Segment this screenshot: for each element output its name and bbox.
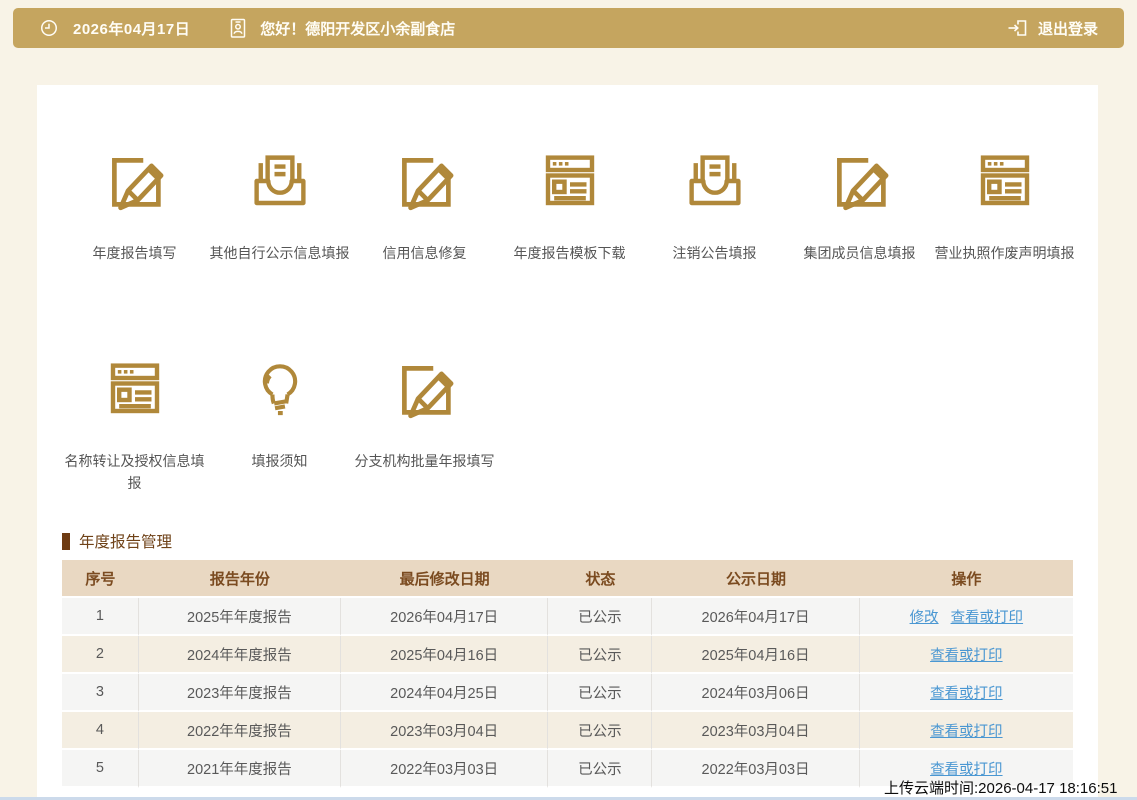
edit-icon bbox=[391, 356, 459, 422]
inbox-icon bbox=[681, 148, 749, 214]
cell-modified: 2023年03月04日 bbox=[341, 712, 548, 750]
menu-item-label: 其他自行公示信息填报 bbox=[207, 242, 352, 264]
cell-year: 2022年年度报告 bbox=[139, 712, 341, 750]
menu-item-label: 集团成员信息填报 bbox=[787, 242, 932, 264]
table-row: 4 2022年年度报告 2023年03月04日 已公示 2023年03月04日 … bbox=[62, 712, 1073, 750]
menu-item-license-void-declaration[interactable]: 营业执照作废声明填报 bbox=[932, 148, 1077, 264]
cell-published: 2025年04月16日 bbox=[652, 636, 859, 674]
menu-item-label: 名称转让及授权信息填报 bbox=[62, 450, 207, 494]
logout-button[interactable]: 退出登录 bbox=[1005, 16, 1098, 40]
cell-year: 2023年年度报告 bbox=[139, 674, 341, 712]
exit-icon bbox=[1005, 16, 1029, 40]
upload-timestamp-watermark: 上传云端时间:2026-04-17 18:16:51 bbox=[884, 777, 1117, 798]
cell-no: 3 bbox=[62, 674, 139, 712]
current-date: 2026年04月17日 bbox=[73, 18, 190, 39]
main-panel: 年度报告填写 其他自行公示信息填报 信用信息修复 年度报告模板下载 注销公告填报… bbox=[37, 85, 1098, 797]
view-print-link[interactable]: 查看或打印 bbox=[930, 648, 1003, 664]
menu-item-group-member-info[interactable]: 集团成员信息填报 bbox=[787, 148, 932, 264]
section-title: 年度报告管理 bbox=[79, 530, 172, 552]
menu-row-1: 年度报告填写 其他自行公示信息填报 信用信息修复 年度报告模板下载 注销公告填报… bbox=[37, 148, 1098, 264]
section-marker bbox=[62, 533, 70, 550]
edit-icon bbox=[101, 148, 169, 214]
id-badge-icon bbox=[226, 16, 250, 40]
cell-modified: 2024年04月25日 bbox=[341, 674, 548, 712]
cell-status: 已公示 bbox=[548, 598, 652, 636]
logout-label: 退出登录 bbox=[1038, 18, 1098, 39]
table-row: 1 2025年年度报告 2026年04月17日 已公示 2026年04月17日 … bbox=[62, 598, 1073, 636]
cell-no: 5 bbox=[62, 750, 139, 788]
cell-modified: 2022年03月03日 bbox=[341, 750, 548, 788]
table-header-row: 序号 报告年份 最后修改日期 状态 公示日期 操作 bbox=[62, 560, 1073, 598]
user-greeting: 您好！德阳开发区小余副食店 bbox=[260, 18, 455, 39]
cell-status: 已公示 bbox=[548, 712, 652, 750]
cell-actions: 查看或打印 bbox=[860, 712, 1073, 750]
webpage-icon bbox=[971, 148, 1039, 214]
header-actions: 操作 bbox=[860, 560, 1073, 598]
cell-published: 2023年03月04日 bbox=[652, 712, 859, 750]
cell-published: 2024年03月06日 bbox=[652, 674, 859, 712]
cell-year: 2025年年度报告 bbox=[139, 598, 341, 636]
cell-actions: 查看或打印 bbox=[860, 674, 1073, 712]
menu-item-label: 信用信息修复 bbox=[352, 242, 497, 264]
modify-link[interactable]: 修改 bbox=[910, 610, 939, 626]
annual-report-table-wrap: 序号 报告年份 最后修改日期 状态 公示日期 操作 1 2025年年度报告 20… bbox=[62, 560, 1073, 788]
clock-icon bbox=[37, 16, 61, 40]
header-year: 报告年份 bbox=[139, 560, 341, 598]
cell-actions: 查看或打印 bbox=[860, 636, 1073, 674]
view-print-link[interactable]: 查看或打印 bbox=[930, 724, 1003, 740]
cell-actions: 修改查看或打印 bbox=[860, 598, 1073, 636]
menu-item-label: 年度报告模板下载 bbox=[497, 242, 642, 264]
header-modified: 最后修改日期 bbox=[341, 560, 548, 598]
cell-modified: 2025年04月16日 bbox=[341, 636, 548, 674]
menu-item-annual-report-fill[interactable]: 年度报告填写 bbox=[62, 148, 207, 264]
annual-report-table: 序号 报告年份 最后修改日期 状态 公示日期 操作 1 2025年年度报告 20… bbox=[62, 560, 1073, 788]
menu-item-name-transfer-auth[interactable]: 名称转让及授权信息填报 bbox=[62, 356, 207, 494]
webpage-icon bbox=[536, 148, 604, 214]
view-print-link[interactable]: 查看或打印 bbox=[930, 686, 1003, 702]
menu-item-label: 营业执照作废声明填报 bbox=[932, 242, 1077, 264]
cell-no: 2 bbox=[62, 636, 139, 674]
menu-item-label: 分支机构批量年报填写 bbox=[352, 450, 497, 472]
cell-year: 2021年年度报告 bbox=[139, 750, 341, 788]
cell-modified: 2026年04月17日 bbox=[341, 598, 548, 636]
header-status: 状态 bbox=[548, 560, 652, 598]
inbox-icon bbox=[246, 148, 314, 214]
cell-status: 已公示 bbox=[548, 750, 652, 788]
cell-published: 2022年03月03日 bbox=[652, 750, 859, 788]
menu-item-cancellation-notice[interactable]: 注销公告填报 bbox=[642, 148, 787, 264]
topbar: 2026年04月17日 您好！德阳开发区小余副食店 退出登录 bbox=[13, 8, 1124, 48]
menu-row-2: 名称转让及授权信息填报 填报须知 分支机构批量年报填写 bbox=[37, 356, 1098, 494]
menu-item-label: 注销公告填报 bbox=[642, 242, 787, 264]
menu-item-filing-instructions[interactable]: 填报须知 bbox=[207, 356, 352, 494]
cell-status: 已公示 bbox=[548, 674, 652, 712]
view-print-link[interactable]: 查看或打印 bbox=[930, 762, 1003, 778]
edit-icon bbox=[826, 148, 894, 214]
menu-item-template-download[interactable]: 年度报告模板下载 bbox=[497, 148, 642, 264]
menu-item-label: 年度报告填写 bbox=[62, 242, 207, 264]
table-row: 2 2024年年度报告 2025年04月16日 已公示 2025年04月16日 … bbox=[62, 636, 1073, 674]
menu-item-label: 填报须知 bbox=[207, 450, 352, 472]
menu-item-branch-batch-report[interactable]: 分支机构批量年报填写 bbox=[352, 356, 497, 494]
header-no: 序号 bbox=[62, 560, 139, 598]
menu-item-other-public-info[interactable]: 其他自行公示信息填报 bbox=[207, 148, 352, 264]
table-row: 3 2023年年度报告 2024年04月25日 已公示 2024年03月06日 … bbox=[62, 674, 1073, 712]
menu-item-credit-repair[interactable]: 信用信息修复 bbox=[352, 148, 497, 264]
view-print-link[interactable]: 查看或打印 bbox=[951, 610, 1024, 626]
edit-icon bbox=[391, 148, 459, 214]
header-published: 公示日期 bbox=[652, 560, 859, 598]
lightbulb-icon bbox=[246, 356, 314, 422]
cell-published: 2026年04月17日 bbox=[652, 598, 859, 636]
cell-status: 已公示 bbox=[548, 636, 652, 674]
cell-no: 1 bbox=[62, 598, 139, 636]
cell-year: 2024年年度报告 bbox=[139, 636, 341, 674]
webpage-icon bbox=[101, 356, 169, 422]
cell-no: 4 bbox=[62, 712, 139, 750]
section-header: 年度报告管理 bbox=[62, 532, 1098, 550]
